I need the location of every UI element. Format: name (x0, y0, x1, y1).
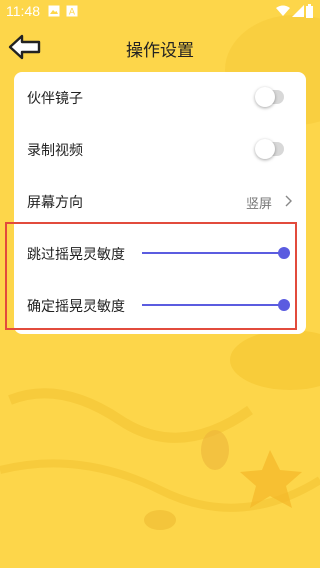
record-video-toggle[interactable] (255, 139, 284, 159)
wifi-icon (276, 5, 290, 16)
highlight-box (5, 222, 297, 330)
chevron-right-icon (285, 195, 292, 207)
partner-mirror-toggle[interactable] (255, 87, 284, 107)
record-video-label: 录制视频 (27, 143, 83, 159)
page-title: 操作设置 (126, 41, 194, 61)
setting-row-partner-mirror: 伙伴镜子 (14, 72, 306, 124)
status-time: 11:48 (6, 3, 40, 19)
signal-icon (292, 5, 304, 17)
toggle-knob (255, 87, 275, 107)
header: 操作设置 (0, 28, 320, 66)
image-icon (48, 5, 60, 17)
partner-mirror-label: 伙伴镜子 (27, 91, 83, 107)
screen-orientation-label: 屏幕方向 (27, 195, 83, 211)
toggle-knob (255, 139, 275, 159)
svg-text:A: A (69, 8, 76, 18)
screen-orientation-value: 竖屏 (245, 197, 272, 212)
status-bar: 11:48 A (0, 0, 320, 24)
a-badge-icon: A (66, 5, 78, 17)
setting-row-screen-orientation[interactable]: 屏幕方向 竖屏 (14, 176, 306, 228)
battery-icon (306, 4, 313, 18)
setting-row-record-video: 录制视频 (14, 124, 306, 176)
